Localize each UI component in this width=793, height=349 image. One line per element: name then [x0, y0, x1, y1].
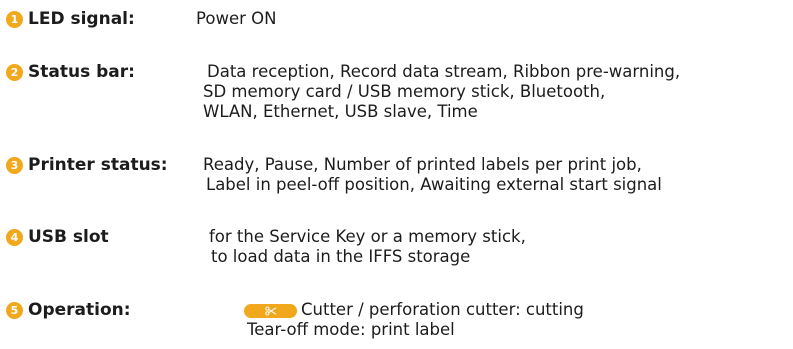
item-description: Cutter / perforation cutter: cutting [301, 300, 584, 319]
legend-item-printer-status: 3 Printer status: Ready, Pause, Number o… [6, 154, 793, 224]
cutter-key-button [244, 304, 297, 318]
legend-item-usb-slot: 4 USB slot for the Service Key or a memo… [6, 226, 793, 296]
number-badge: 5 [6, 302, 23, 319]
number-badge: 2 [6, 64, 23, 81]
legend-item-status-bar: 2 Status bar: Data reception, Record dat… [6, 61, 793, 131]
item-description: Tear-off mode: print label [247, 320, 455, 339]
item-description: Ready, Pause, Number of printed labels p… [203, 155, 662, 194]
item-label: LED signal: [28, 9, 135, 29]
item-label: Operation: [28, 300, 131, 320]
number-badge: 4 [6, 229, 23, 246]
number-badge: 1 [6, 11, 23, 28]
item-label: Status bar: [28, 62, 135, 82]
scissors-icon [264, 306, 276, 316]
item-description: Power ON [196, 9, 277, 28]
legend-item-operation: 5 Operation: Cutter / perforation cutter… [6, 299, 793, 349]
item-description: Data reception, Record data stream, Ribb… [203, 62, 681, 121]
item-description: for the Service Key or a memory stick, t… [209, 227, 526, 266]
number-badge: 3 [6, 157, 23, 174]
item-label: USB slot [28, 227, 109, 247]
item-label: Printer status: [28, 155, 168, 175]
